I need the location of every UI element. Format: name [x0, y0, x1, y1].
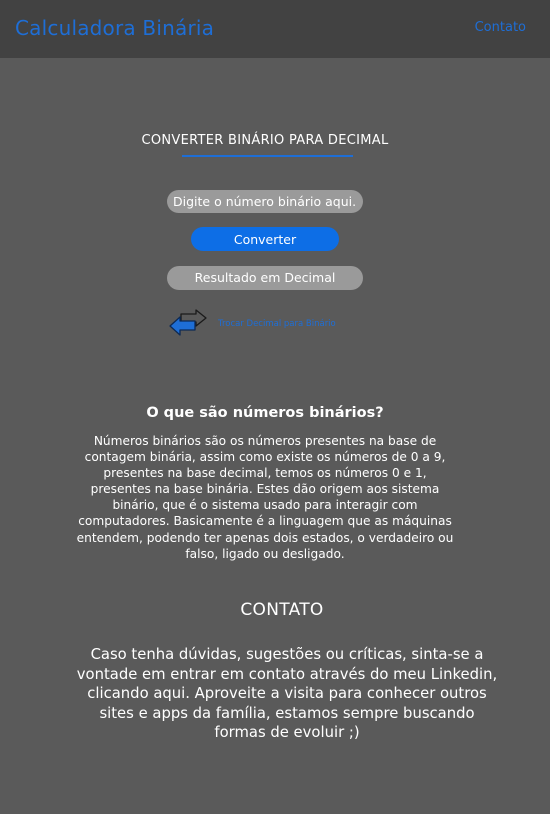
swap-mode-label[interactable]: Trocar Decimal para Binário: [218, 319, 336, 329]
about-heading: O que são números binários?: [146, 405, 384, 421]
decimal-result-field: Resultado em Decimal: [167, 266, 363, 290]
top-navbar: Calculadora Binária Contato: [0, 0, 550, 58]
convert-button[interactable]: Converter: [191, 227, 339, 251]
binary-input[interactable]: [167, 190, 363, 213]
title-underline: [182, 155, 353, 157]
contact-heading: CONTATO: [240, 600, 324, 620]
brand-title[interactable]: Calculadora Binária: [15, 16, 214, 40]
contact-paragraph[interactable]: Caso tenha dúvidas, sugestões ou crítica…: [75, 645, 499, 743]
swap-arrows-icon: [168, 309, 208, 337]
about-paragraph: Números binários são os números presente…: [76, 434, 454, 561]
nav-contact-link[interactable]: Contato: [475, 20, 526, 35]
converter-title: CONVERTER BINÁRIO PARA DECIMAL: [141, 133, 389, 148]
swap-mode-link[interactable]: Trocar Decimal para Binário: [168, 309, 336, 337]
